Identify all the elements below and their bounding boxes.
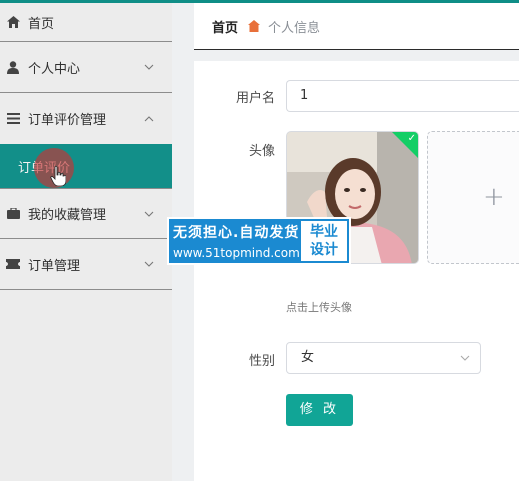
sidebar-item-label: 订单管理 [28,258,81,274]
sidebar-item-label: 个人中心 [28,61,81,77]
chevron-down-icon [144,261,154,267]
sidebar-subitem-order-review[interactable]: 订单评价 [0,144,172,188]
username-input[interactable]: 1 [286,80,519,112]
sidebar-item-label: 首页 [28,16,55,32]
breadcrumb: 首页 个人信息 [194,3,519,50]
list-icon [6,112,20,126]
watermark-badge-line2: 设计 [310,242,338,258]
sidebar-item-order-management[interactable]: 订单管理 [0,239,172,290]
plus-icon: + [483,182,505,212]
gender-label: 性别 [248,354,275,369]
sidebar-item-home[interactable]: 首页 [0,3,172,42]
sidebar-item-personal-center[interactable]: 个人中心 [0,42,172,93]
briefcase-icon [6,207,20,221]
watermark-badge-line1: 毕业 [310,224,338,240]
watermark-line1: 无须担心.自动发货 [173,225,300,241]
gender-select-value: 女 [301,350,315,365]
sidebar-item-label: 我的收藏管理 [28,208,107,223]
chevron-down-icon [460,355,470,361]
home-icon [6,15,20,29]
sidebar-item-order-review-management[interactable]: 订单评价管理 [0,93,172,144]
sidebar-item-favorites-management[interactable]: 我的收藏管理 [0,188,172,239]
watermark-text: 无须担心.自动发货 www.51topmind.com [173,222,303,260]
username-label: 用户名 [235,91,275,106]
watermark-banner: 无须担心.自动发货 www.51topmind.com 毕业 设计 [167,217,351,265]
avatar-upload-button[interactable]: + [427,131,519,264]
breadcrumb-separator-icon [248,20,261,32]
upload-hint: 点击上传头像 [286,301,352,314]
watermark-url: www.51topmind.com [173,246,300,260]
form-card [194,61,519,481]
breadcrumb-home[interactable]: 首页 [212,17,238,36]
sidebar: 首页 个人中心 订单评价管理 订单评价 我的收藏管理 订单管理 [0,3,172,481]
user-icon [6,60,20,74]
chevron-down-icon [144,64,154,70]
sidebar-item-label: 订单评价管理 [28,113,107,128]
chevron-down-icon [144,211,154,217]
submit-button[interactable]: 修 改 [286,394,353,426]
gender-select[interactable]: 女 [286,342,481,374]
ticket-icon [6,257,20,271]
chevron-up-icon [144,115,154,121]
breadcrumb-current: 个人信息 [268,20,321,36]
avatar-label: 头像 [248,144,275,159]
check-icon: ✓ [407,133,416,144]
watermark-badge: 毕业 设计 [301,221,347,261]
hand-cursor-icon [50,166,66,186]
